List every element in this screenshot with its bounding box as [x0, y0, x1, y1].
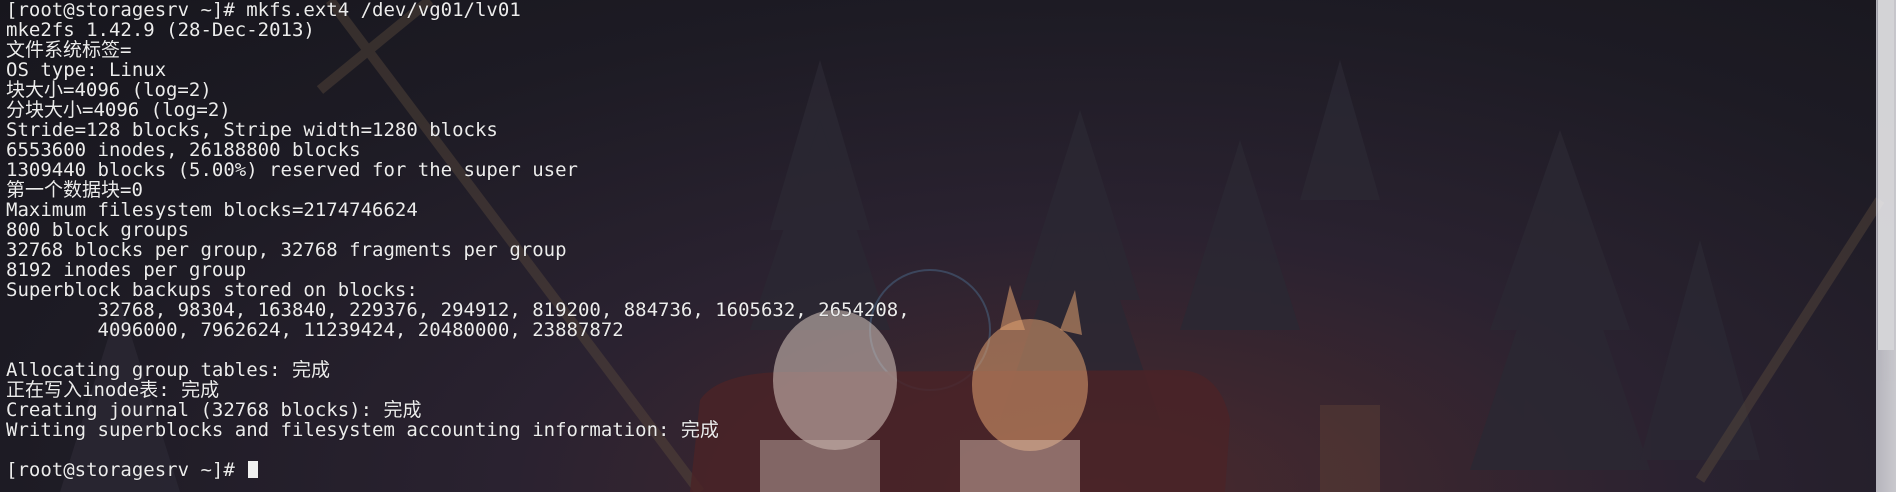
terminal-line: 800 block groups	[6, 219, 190, 241]
terminal-line: 6553600 inodes, 26188800 blocks	[6, 139, 361, 161]
terminal-line: mke2fs 1.42.9 (28-Dec-2013)	[6, 19, 315, 41]
terminal-line: 正在写入inode表: 完成	[6, 379, 220, 401]
terminal-line: Superblock backups stored on blocks:	[6, 279, 418, 301]
terminal-line: Writing superblocks and filesystem accou…	[6, 419, 719, 441]
terminal-line: [root@storagesrv ~]# mkfs.ext4 /dev/vg01…	[6, 0, 521, 21]
command-prompt-line[interactable]: [root@storagesrv ~]#	[6, 460, 910, 480]
text-cursor	[248, 461, 259, 478]
scrollbar-thumb[interactable]	[1877, 0, 1894, 350]
terminal-line: 32768 blocks per group, 32768 fragments …	[6, 239, 567, 261]
terminal-line: 第一个数据块=0	[6, 179, 143, 201]
terminal-output[interactable]: [root@storagesrv ~]# mkfs.ext4 /dev/vg01…	[6, 0, 910, 480]
shell-prompt: [root@storagesrv ~]#	[6, 459, 247, 481]
vertical-scrollbar[interactable]	[1876, 0, 1896, 492]
terminal-line: 8192 inodes per group	[6, 259, 247, 281]
terminal-line: 块大小=4096 (log=2)	[6, 79, 212, 101]
terminal-line: 32768, 98304, 163840, 229376, 294912, 81…	[6, 299, 910, 321]
terminal-line: 分块大小=4096 (log=2)	[6, 99, 231, 121]
terminal-line: Allocating group tables: 完成	[6, 359, 330, 381]
terminal-line: Stride=128 blocks, Stripe width=1280 blo…	[6, 119, 498, 141]
terminal-line: 4096000, 7962624, 11239424, 20480000, 23…	[6, 319, 624, 341]
terminal-line: OS type: Linux	[6, 59, 167, 81]
terminal-line: 文件系统标签=	[6, 39, 132, 61]
terminal-line: 1309440 blocks (5.00%) reserved for the …	[6, 159, 578, 181]
terminal-line: Maximum filesystem blocks=2174746624	[6, 199, 418, 221]
terminal-window[interactable]: [root@storagesrv ~]# mkfs.ext4 /dev/vg01…	[0, 0, 1896, 492]
terminal-line: Creating journal (32768 blocks): 完成	[6, 399, 422, 421]
